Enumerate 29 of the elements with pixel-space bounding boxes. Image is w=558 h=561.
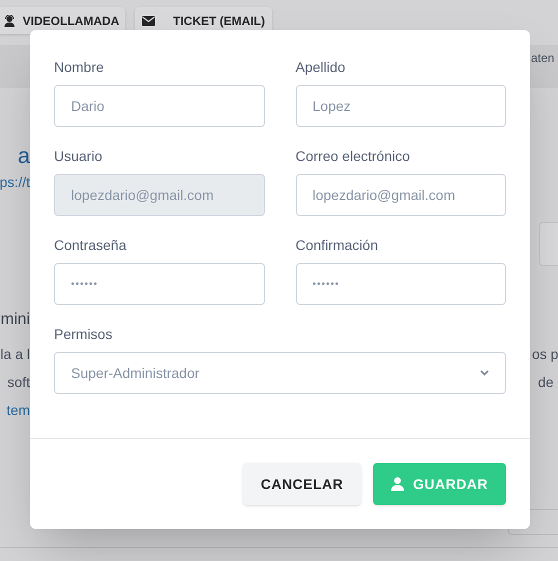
page-heading: a [18, 142, 30, 170]
paragraph-text: os p [532, 346, 558, 364]
user-icon [390, 477, 404, 491]
paragraph-text: soft [7, 374, 30, 392]
select-field[interactable]: Super-Administrador [54, 352, 506, 394]
paragraph-text: de [538, 374, 554, 392]
cancel-button[interactable]: CANCELAR [243, 463, 361, 505]
password-field[interactable]: •••••• [54, 263, 264, 305]
chevron-down-icon [480, 370, 489, 376]
label-text: aten [531, 51, 554, 66]
field-label: Apellido [296, 58, 346, 76]
field-label: Correo electrónico [296, 147, 410, 165]
input-field[interactable]: lopezdario@gmail.com [296, 174, 506, 216]
link[interactable]: tem [6, 402, 30, 420]
save-button[interactable]: GUARDAR [373, 463, 506, 505]
input-field: lopezdario@gmail.com [54, 174, 264, 216]
person-headset-icon [4, 14, 15, 26]
paragraph-text: la a l [0, 346, 30, 364]
field-label: Confirmación [296, 236, 378, 254]
section-heading: mini [0, 310, 30, 330]
field-label: Contraseña [54, 236, 126, 254]
input-field[interactable]: Dario [54, 85, 264, 127]
link[interactable]: ps://t [0, 174, 30, 192]
input-field[interactable]: Lopez [296, 85, 506, 127]
field-label: Usuario [54, 147, 102, 165]
password-field[interactable]: •••••• [296, 263, 506, 305]
field-label: Permisos [54, 325, 112, 343]
envelope-icon [142, 16, 155, 26]
field-label: Nombre [54, 58, 104, 76]
